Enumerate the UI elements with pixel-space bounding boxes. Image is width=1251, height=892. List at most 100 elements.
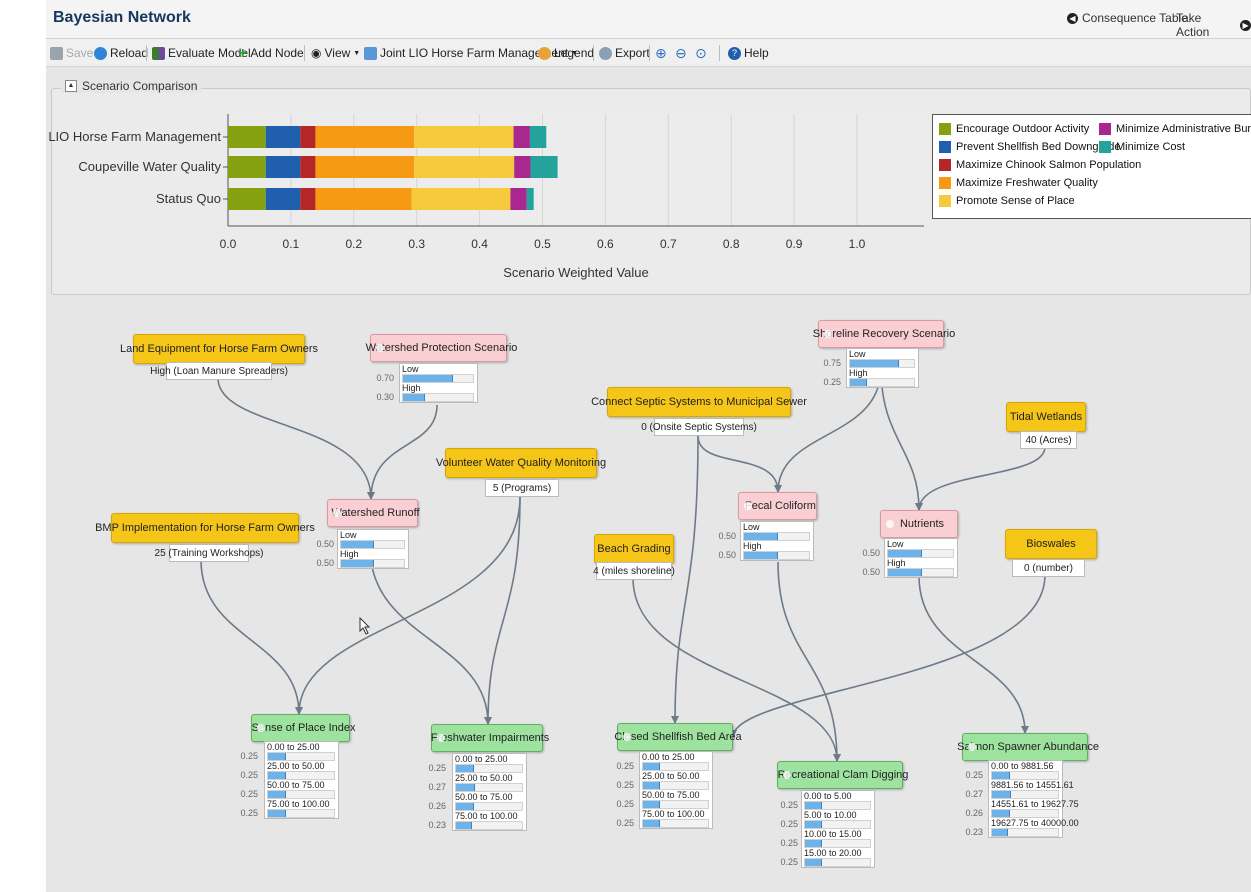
network-edge <box>484 496 521 725</box>
state-row[interactable]: 50.00 to 75.00 <box>640 790 712 809</box>
node-title[interactable]: Tidal Wetlands <box>1006 402 1086 432</box>
node-title-label: Watershed Protection Scenario <box>365 342 518 354</box>
node-title[interactable]: Watershed Runoff <box>327 499 420 527</box>
node-value[interactable]: 40 (Acres) <box>1020 431 1077 449</box>
state-probability: 0.26 <box>965 808 983 818</box>
state-row[interactable]: 25.00 to 50.00 <box>265 761 338 780</box>
state-row[interactable]: 0.00 to 25.00 <box>265 742 338 761</box>
state-row[interactable]: 0.00 to 25.00 <box>453 754 526 773</box>
state-bar <box>268 753 286 760</box>
mouse-cursor-icon <box>359 617 371 635</box>
node-title-label: Salmon Spawner Abundance <box>957 741 1099 753</box>
node-title[interactable]: Beach Grading <box>594 534 674 564</box>
node-title[interactable]: Bioswales <box>1005 529 1097 559</box>
state-bar-track <box>402 393 474 402</box>
state-row[interactable]: 75.00 to 100.00 <box>640 809 712 828</box>
state-label: 25.00 to 50.00 <box>267 761 325 771</box>
state-row[interactable]: 75.00 to 100.00 <box>453 811 526 830</box>
state-bar-track <box>804 858 871 867</box>
node-title[interactable]: Land Equipment for Horse Farm Owners <box>120 334 318 364</box>
node-title[interactable]: BMP Implementation for Horse Farm Owners <box>95 513 315 543</box>
state-row[interactable]: 50.00 to 75.00 <box>453 792 526 811</box>
node-value[interactable]: 0 (Onsite Septic Systems) <box>641 418 757 436</box>
state-row[interactable]: Low <box>741 522 813 541</box>
state-probability: 0.75 <box>823 358 841 368</box>
node-value[interactable]: 4 (miles shoreline) <box>593 562 675 580</box>
node-title[interactable]: Closed Shellfish Bed Area <box>614 723 742 751</box>
node-title[interactable]: Salmon Spawner Abundance <box>957 733 1099 761</box>
node-value[interactable]: 25 (Training Workshops) <box>155 544 263 562</box>
node-title[interactable]: Watershed Protection Scenario <box>366 334 517 362</box>
node-title-label: Beach Grading <box>597 543 671 555</box>
state-row[interactable]: 19627.75 to 40000.00 <box>989 818 1079 837</box>
node-title-label: Land Equipment for Horse Farm Owners <box>119 343 319 355</box>
node-status-icon <box>376 344 384 352</box>
state-bar <box>456 784 475 791</box>
state-bar-track <box>402 374 474 383</box>
state-bar-track <box>887 549 954 558</box>
state-row[interactable]: 0.00 to 9881.56 <box>989 761 1062 780</box>
state-probability: 0.30 <box>376 392 394 402</box>
node-value[interactable]: High (Loan Manure Spreaders) <box>150 362 288 380</box>
state-bar <box>456 803 475 810</box>
state-label: 0.00 to 25.00 <box>642 752 695 762</box>
state-row[interactable]: 0.00 to 5.00 <box>802 791 874 810</box>
state-probability: 0.23 <box>965 827 983 837</box>
state-row[interactable]: 0.00 to 25.00 <box>640 752 712 771</box>
node-title[interactable]: Shoreline Recovery Scenario <box>813 320 955 348</box>
state-row[interactable]: 75.00 to 100.00 <box>265 799 338 818</box>
state-row[interactable]: 25.00 to 50.00 <box>640 771 712 790</box>
state-probability: 0.25 <box>240 751 258 761</box>
node-title[interactable]: Connect Septic Systems to Municipal Sewe… <box>591 387 807 417</box>
state-probability: 0.25 <box>780 838 798 848</box>
state-row[interactable]: 50.00 to 75.00 <box>265 780 338 799</box>
state-row[interactable]: High <box>847 368 918 387</box>
state-label: 0.00 to 25.00 <box>455 754 508 764</box>
state-label: 0.00 to 5.00 <box>804 791 852 801</box>
state-bar <box>805 859 823 866</box>
state-row[interactable]: 10.00 to 15.00 <box>802 829 874 848</box>
state-row[interactable]: High <box>338 549 408 568</box>
state-row[interactable]: 5.00 to 10.00 <box>802 810 874 829</box>
state-probability: 0.25 <box>616 818 634 828</box>
node-title-label: Recreational Clam Digging <box>777 769 909 781</box>
node-state-table: 0.00 to 9881.56 9881.56 to 14551.61 14551.… <box>988 760 1079 838</box>
state-bar <box>744 552 778 559</box>
state-probability: 0.25 <box>823 377 841 387</box>
state-row[interactable]: 14551.61 to 19627.75 <box>989 799 1079 818</box>
state-row[interactable]: 15.00 to 20.00 <box>802 848 874 867</box>
state-label: Low <box>887 539 904 549</box>
node-title[interactable]: Fecal Coliform <box>738 492 817 520</box>
state-probability: 0.25 <box>428 763 446 773</box>
state-row[interactable]: High <box>885 558 957 577</box>
state-row[interactable]: Low <box>338 530 408 549</box>
state-label: 9881.56 to 14551.61 <box>991 780 1074 790</box>
node-title[interactable]: Sense of Place Index <box>251 714 355 742</box>
node-title[interactable]: Nutrients <box>880 510 958 538</box>
state-row[interactable]: 9881.56 to 14551.61 <box>989 780 1074 799</box>
state-label: Low <box>849 349 866 359</box>
node-title[interactable]: Recreational Clam Digging <box>777 761 908 789</box>
state-bar-track <box>849 378 915 387</box>
state-label: 75.00 to 100.00 <box>455 811 518 821</box>
state-bar <box>850 379 867 386</box>
state-bar <box>643 763 661 770</box>
state-label: High <box>887 558 906 568</box>
node-value[interactable]: 0 (number) <box>1012 559 1085 577</box>
node-title-label: Tidal Wetlands <box>1009 411 1083 423</box>
state-row[interactable]: 25.00 to 50.00 <box>453 773 526 792</box>
node-title[interactable]: Volunteer Water Quality Monitoring <box>436 448 606 478</box>
state-row[interactable]: Low <box>847 349 918 368</box>
state-row[interactable]: Low <box>400 364 477 383</box>
state-bar-track <box>455 802 523 811</box>
state-row[interactable]: High <box>400 383 477 402</box>
node-title-label: Freshwater Impairments <box>430 732 550 744</box>
node-title[interactable]: Freshwater Impairments <box>431 724 549 752</box>
state-bar <box>888 550 922 557</box>
state-row[interactable]: High <box>741 541 813 560</box>
state-row[interactable]: Low <box>885 539 957 558</box>
node-value[interactable]: 5 (Programs) <box>485 479 559 497</box>
state-probability: 0.50 <box>316 558 334 568</box>
state-bar <box>992 791 1011 798</box>
state-label: 50.00 to 75.00 <box>642 790 700 800</box>
